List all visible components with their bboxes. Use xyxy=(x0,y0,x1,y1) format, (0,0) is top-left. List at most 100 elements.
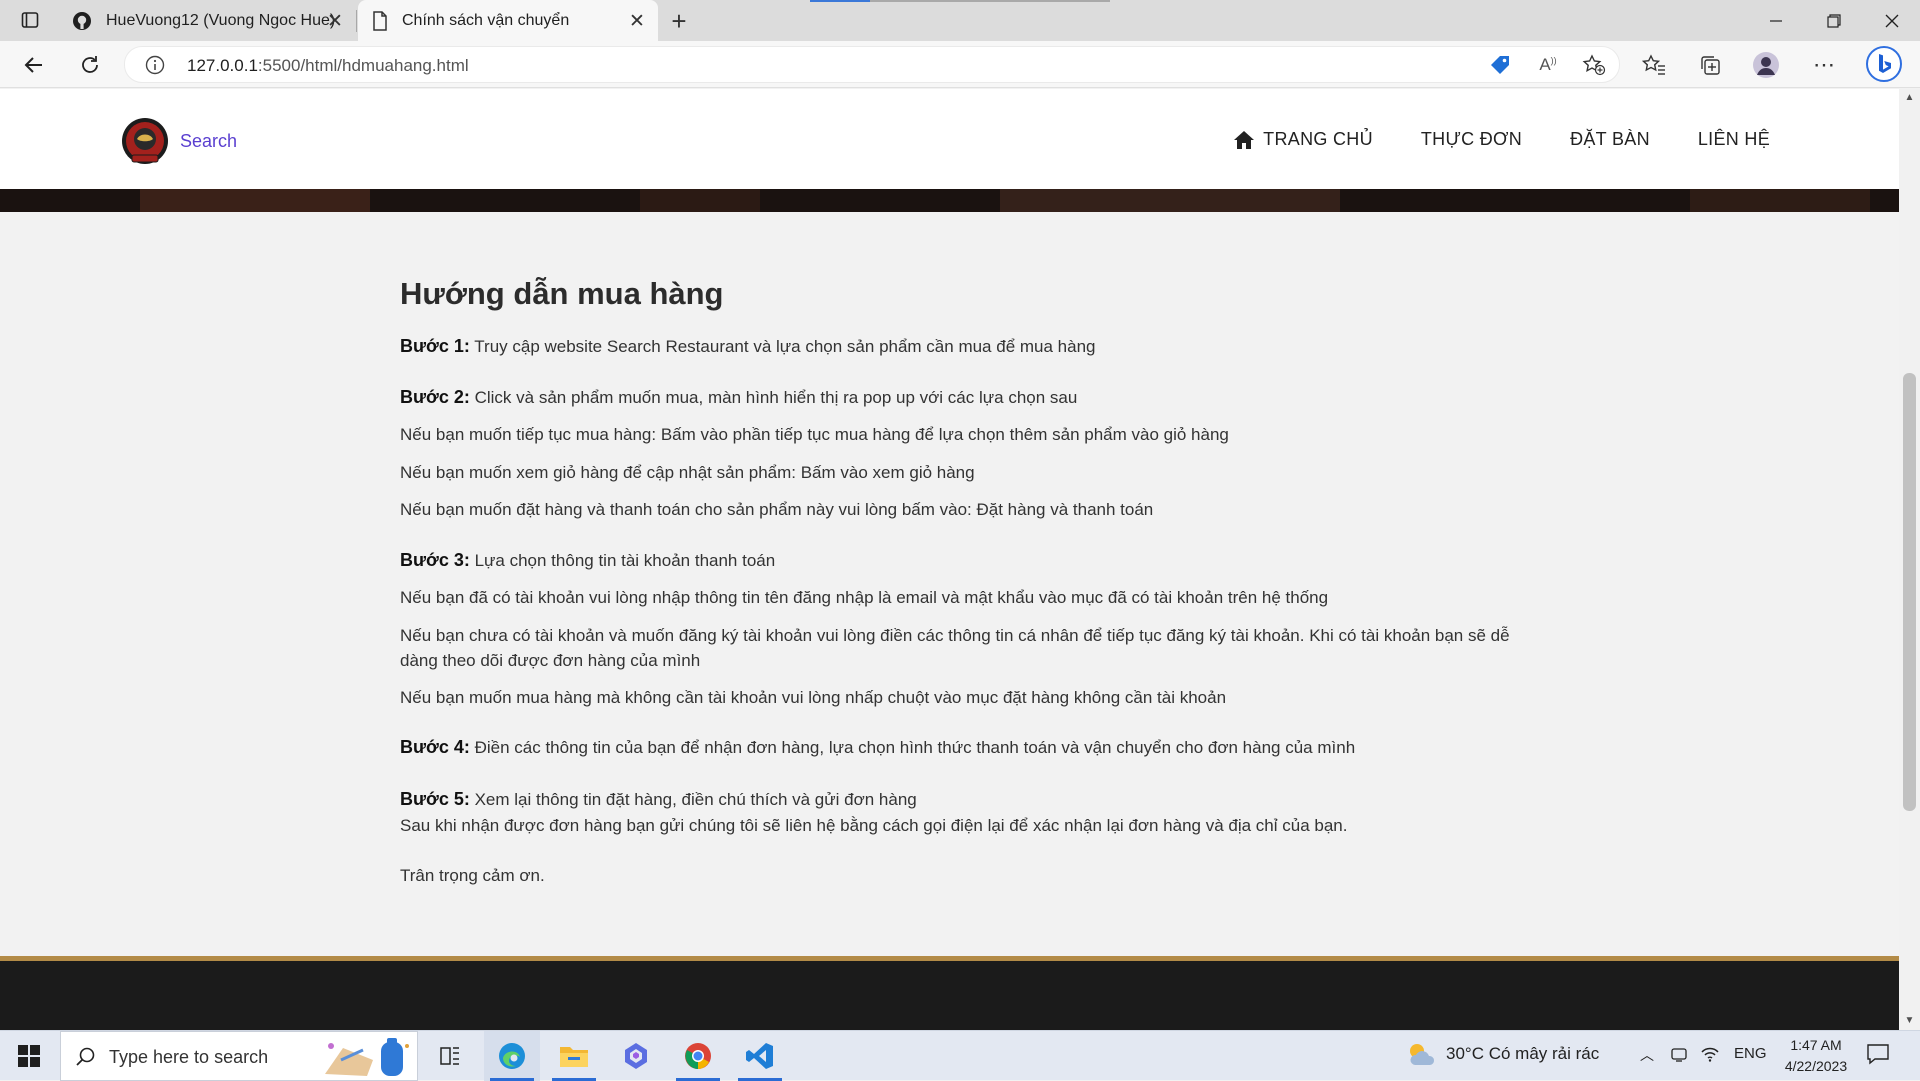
taskbar-search-box[interactable]: Type here to search xyxy=(60,1031,418,1081)
read-aloud-button[interactable]: A)) xyxy=(1532,49,1564,81)
wifi-icon xyxy=(1701,1047,1719,1062)
home-icon xyxy=(1234,130,1255,149)
step-text: Xem lại thông tin đặt hàng, điền chú thí… xyxy=(469,790,917,809)
banner-wood-panel xyxy=(140,189,370,212)
search-highlight-illustration-icon xyxy=(325,1038,409,1076)
url-text[interactable]: 127.0.0.1:5500/html/hdmuahang.html xyxy=(187,56,469,76)
bing-chat-button[interactable] xyxy=(1864,44,1904,84)
tab-github[interactable]: HueVuong12 (Vuong Ngoc Hue) ✕ xyxy=(62,0,356,41)
taskbar-file-explorer[interactable] xyxy=(546,1031,602,1081)
tab-actions-button[interactable] xyxy=(14,6,46,34)
partly-cloudy-icon xyxy=(1410,1044,1435,1065)
menu-item-booking[interactable]: ĐẶT BÀN xyxy=(1570,129,1650,150)
restaurant-logo[interactable] xyxy=(120,117,170,167)
taskbar-chrome[interactable] xyxy=(670,1031,726,1081)
close-tab-icon[interactable]: ✕ xyxy=(324,10,346,32)
banner-wood-panel xyxy=(1000,189,1340,212)
shopping-tag-button[interactable] xyxy=(1484,49,1516,81)
vscode-icon xyxy=(746,1043,773,1069)
step-label: Bước 2: xyxy=(400,387,470,407)
show-hidden-icons-button[interactable]: ︿ xyxy=(1640,1045,1654,1065)
step-3: Bước 3: Lựa chọn thông tin tài khoản tha… xyxy=(400,548,1540,573)
back-button[interactable] xyxy=(18,49,50,81)
task-view-button[interactable] xyxy=(422,1031,478,1081)
tab-active[interactable]: Chính sách vận chuyển ✕ xyxy=(358,0,658,41)
taskbar-edge[interactable] xyxy=(484,1031,540,1081)
taskbar: Type here to search 30°C Có mây rải rác … xyxy=(0,1030,1920,1081)
profile-button[interactable] xyxy=(1750,49,1782,81)
close-window-button[interactable] xyxy=(1864,0,1920,41)
scroll-down-icon[interactable]: ▼ xyxy=(1903,1014,1916,1028)
weather-widget[interactable]: 30°C Có mây rải rác xyxy=(1406,1041,1599,1067)
menu-item-home[interactable]: TRANG CHỦ xyxy=(1233,129,1373,150)
folder-icon xyxy=(560,1047,588,1067)
url-host: 127.0.0.1 xyxy=(187,56,258,75)
step-text: Click và sản phẩm muốn mua, màn hình hiể… xyxy=(469,388,1078,407)
scrollbar-thumb[interactable] xyxy=(1903,373,1916,811)
copilot-icon xyxy=(625,1043,647,1069)
step-4: Bước 4: Điền các thông tin của bạn để nh… xyxy=(400,735,1540,760)
minimize-icon xyxy=(1770,19,1782,22)
more-icon: ⋯ xyxy=(1813,52,1835,77)
read-aloud-icon: A)) xyxy=(1539,55,1557,74)
menu-item-label: THỰC ĐƠN xyxy=(1420,129,1523,149)
address-bar[interactable]: 127.0.0.1:5500/html/hdmuahang.html xyxy=(124,46,1620,83)
closing-text: Trân trọng cảm ơn. xyxy=(400,866,545,885)
new-tab-button[interactable]: + xyxy=(664,6,694,36)
main-menu: TRANG CHỦ THỰC ĐƠN ĐẶT BÀN LIÊN HỆ xyxy=(1233,129,1770,150)
tag-icon xyxy=(1491,56,1509,74)
page-scrollbar[interactable]: ▲ ▼ xyxy=(1899,89,1920,1030)
restore-button[interactable] xyxy=(1806,0,1862,41)
chevron-up-icon: ︿ xyxy=(1640,1047,1654,1063)
reload-button[interactable] xyxy=(74,49,106,81)
minimize-button[interactable] xyxy=(1748,0,1804,41)
step-label: Bước 1: xyxy=(400,336,470,356)
network-button[interactable] xyxy=(1700,1045,1720,1063)
step-2-option: Nếu bạn muốn đặt hàng và thanh toán cho … xyxy=(400,500,1154,519)
input-language[interactable]: ENG xyxy=(1734,1045,1767,1062)
menu-item-contact[interactable]: LIÊN HỆ xyxy=(1698,129,1770,150)
step-3-option: Nếu bạn muốn mua hàng mà không cần tài k… xyxy=(400,688,1227,707)
tab-separator xyxy=(356,10,357,32)
taskbar-vscode[interactable] xyxy=(732,1031,788,1081)
url-path: :5500/html/hdmuahang.html xyxy=(257,56,469,75)
close-icon xyxy=(1885,14,1899,27)
edge-icon xyxy=(499,1043,525,1069)
menu-item-label: ĐẶT BÀN xyxy=(1570,129,1650,149)
loading-indicator xyxy=(810,0,870,2)
reload-icon xyxy=(82,56,98,73)
taskbar-copilot-app[interactable] xyxy=(608,1031,664,1081)
hero-banner-strip xyxy=(0,189,1899,212)
info-icon[interactable] xyxy=(145,55,165,75)
notification-icon xyxy=(1867,1044,1889,1065)
collections-button[interactable] xyxy=(1694,49,1726,81)
chrome-icon xyxy=(685,1043,711,1069)
clock-time: 1:47 AM xyxy=(1790,1037,1842,1053)
address-bar-row: 127.0.0.1:5500/html/hdmuahang.html A)) ⋯ xyxy=(0,41,1920,88)
restore-icon xyxy=(1827,13,1841,28)
brand-name[interactable]: Search xyxy=(180,131,237,152)
system-clock[interactable]: 1:47 AM 4/22/2023 xyxy=(1776,1035,1856,1077)
avatar xyxy=(1753,52,1779,78)
step-3-option: Nếu bạn chưa có tài khoản và muốn đăng k… xyxy=(400,626,1510,670)
step-2: Bước 2: Click và sản phẩm muốn mua, màn … xyxy=(400,385,1540,410)
menu-item-menu[interactable]: THỰC ĐƠN xyxy=(1421,129,1522,150)
add-favorite-button[interactable] xyxy=(1578,49,1610,81)
site-footer xyxy=(0,961,1899,1030)
favorites-icon xyxy=(1642,54,1665,75)
start-button[interactable] xyxy=(0,1031,58,1081)
settings-more-button[interactable]: ⋯ xyxy=(1808,49,1840,81)
banner-wood-panel xyxy=(640,189,760,212)
bing-icon xyxy=(1866,46,1902,82)
github-icon xyxy=(73,11,91,30)
step-text: Truy cập website Search Restaurant và lự… xyxy=(469,337,1096,356)
banner-wood-panel xyxy=(1690,189,1870,212)
step-2-option: Nếu bạn muốn xem giỏ hàng để cập nhật sả… xyxy=(400,463,975,482)
favorites-button[interactable] xyxy=(1638,49,1670,81)
step-3-option: Nếu bạn đã có tài khoản vui lòng nhập th… xyxy=(400,588,1329,607)
notifications-button[interactable] xyxy=(1866,1043,1890,1065)
device-icon[interactable] xyxy=(1670,1045,1688,1063)
tab-title: HueVuong12 (Vuong Ngoc Hue) xyxy=(106,11,336,29)
close-tab-icon[interactable]: ✕ xyxy=(626,10,648,32)
scroll-up-icon[interactable]: ▲ xyxy=(1903,91,1916,105)
